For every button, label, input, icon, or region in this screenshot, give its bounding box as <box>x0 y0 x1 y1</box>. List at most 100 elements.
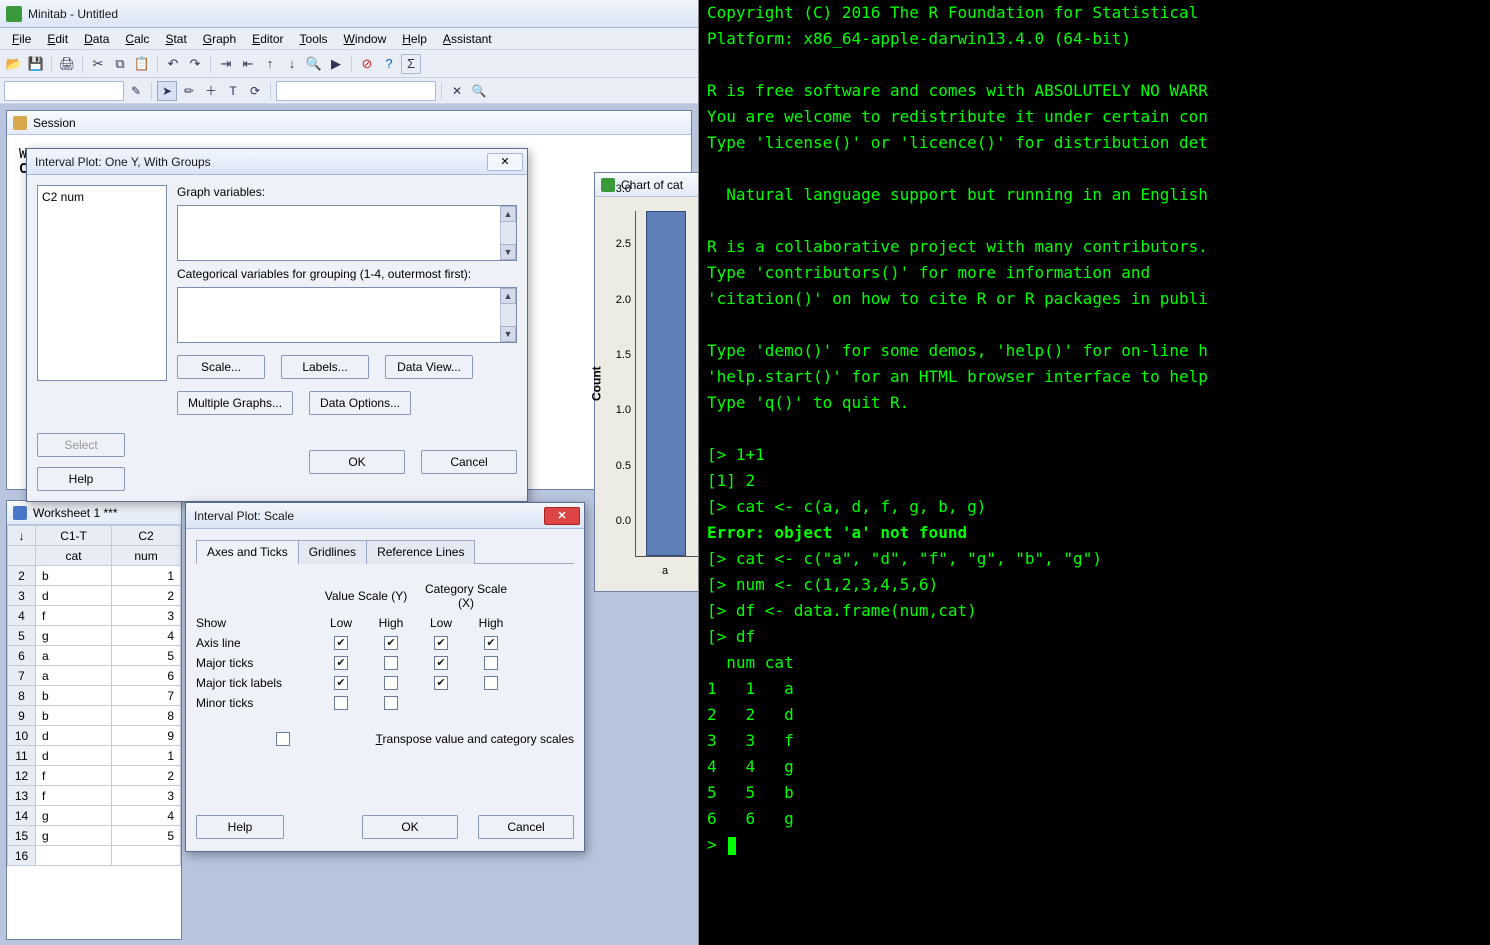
next-icon[interactable]: ⇥ <box>216 54 236 74</box>
row-header[interactable]: 12 <box>8 766 36 786</box>
combo-right[interactable] <box>276 81 436 101</box>
open-icon[interactable]: 📂 <box>4 54 24 74</box>
graph-variables-input[interactable]: ▲▼ <box>177 205 517 261</box>
copy-icon[interactable]: ⧉ <box>110 54 130 74</box>
cancel-button[interactable]: Cancel <box>421 450 517 474</box>
rotate-icon[interactable]: ⟳ <box>245 81 265 101</box>
row-header[interactable]: 8 <box>8 686 36 706</box>
table-row[interactable]: 11d1 <box>8 746 181 766</box>
table-row[interactable]: 12f2 <box>8 766 181 786</box>
column-name[interactable]: num <box>112 546 181 566</box>
checkbox[interactable] <box>384 696 398 710</box>
checkbox[interactable] <box>384 676 398 690</box>
row-header[interactable]: 13 <box>8 786 36 806</box>
select-button[interactable]: Select <box>37 433 125 457</box>
down-icon[interactable]: ↓ <box>282 54 302 74</box>
zoom-icon[interactable]: 🔍 <box>469 81 489 101</box>
cell-cat[interactable]: d <box>36 746 112 766</box>
help-button[interactable]: Help <box>196 815 284 839</box>
row-header[interactable]: 10 <box>8 726 36 746</box>
tab-gridlines[interactable]: Gridlines <box>298 540 367 564</box>
worksheet-titlebar[interactable]: Worksheet 1 *** <box>7 501 181 525</box>
checkbox[interactable] <box>484 656 498 670</box>
cell-num[interactable]: 2 <box>112 586 181 606</box>
close-graph-icon[interactable]: ✕ <box>447 81 467 101</box>
table-row[interactable]: 3d2 <box>8 586 181 606</box>
checkbox[interactable] <box>384 656 398 670</box>
checkbox[interactable] <box>334 636 348 650</box>
cell-num[interactable]: 1 <box>112 566 181 586</box>
table-row[interactable]: 13f3 <box>8 786 181 806</box>
row-header[interactable]: 16 <box>8 846 36 866</box>
text-icon[interactable]: T <box>223 81 243 101</box>
row-header[interactable]: 5 <box>8 626 36 646</box>
pointer-icon[interactable]: ➤ <box>157 81 177 101</box>
cell-cat[interactable]: d <box>36 726 112 746</box>
table-row[interactable]: 10d9 <box>8 726 181 746</box>
menu-graph[interactable]: Graph <box>195 30 244 48</box>
table-row[interactable]: 16 <box>8 846 181 866</box>
variables-listbox-item[interactable]: C2 num <box>42 190 162 204</box>
data-options-button[interactable]: Data Options... <box>309 391 411 415</box>
checkbox[interactable] <box>434 636 448 650</box>
cell-num[interactable]: 2 <box>112 766 181 786</box>
cell-num[interactable]: 7 <box>112 686 181 706</box>
cell-num[interactable]: 1 <box>112 746 181 766</box>
scroll-up-icon[interactable]: ▲ <box>500 206 516 222</box>
cell-num[interactable]: 5 <box>112 826 181 846</box>
cell-cat[interactable]: a <box>36 666 112 686</box>
undo-icon[interactable]: ↶ <box>163 54 183 74</box>
up-icon[interactable]: ↑ <box>260 54 280 74</box>
cancel-command-icon[interactable]: ⊘ <box>357 54 377 74</box>
minitab-titlebar[interactable]: Minitab - Untitled <box>0 0 698 28</box>
cell-cat[interactable]: g <box>36 826 112 846</box>
table-row[interactable]: 15g5 <box>8 826 181 846</box>
cell-num[interactable]: 6 <box>112 666 181 686</box>
interval-plot-dialog[interactable]: Interval Plot: One Y, With Groups ✕ C2 n… <box>26 148 528 502</box>
row-header[interactable]: 3 <box>8 586 36 606</box>
tab-reference-lines[interactable]: Reference Lines <box>366 540 475 564</box>
chart-window[interactable]: Chart of cat Count 0.00.51.01.52.02.53.0… <box>594 172 699 592</box>
cell-cat[interactable]: f <box>36 786 112 806</box>
last-icon[interactable]: ▶ <box>326 54 346 74</box>
ok-button[interactable]: OK <box>362 815 458 839</box>
close-button[interactable]: ✕ <box>487 153 523 171</box>
table-row[interactable]: 8b7 <box>8 686 181 706</box>
checkbox[interactable] <box>384 636 398 650</box>
cell-cat[interactable]: a <box>36 646 112 666</box>
categorical-variables-input[interactable]: ▲▼ <box>177 287 517 343</box>
find-icon[interactable]: 🔍 <box>304 54 324 74</box>
interval-plot-dialog-titlebar[interactable]: Interval Plot: One Y, With Groups ✕ <box>27 149 527 175</box>
worksheet-window[interactable]: Worksheet 1 *** ↓C1-TC2catnum2b13d24f35g… <box>6 500 182 940</box>
menu-file[interactable]: File <box>4 30 39 48</box>
redo-icon[interactable]: ↷ <box>185 54 205 74</box>
column-header[interactable]: C2 <box>112 526 181 546</box>
session-titlebar[interactable]: Session <box>7 111 691 135</box>
cell-cat[interactable]: g <box>36 806 112 826</box>
table-row[interactable]: 2b1 <box>8 566 181 586</box>
checkbox[interactable] <box>484 676 498 690</box>
table-row[interactable]: 9b8 <box>8 706 181 726</box>
combo-left[interactable] <box>4 81 124 101</box>
scale-dialog[interactable]: Interval Plot: Scale ✕ Axes and TicksGri… <box>185 502 585 852</box>
checkbox[interactable] <box>434 656 448 670</box>
row-header[interactable]: 15 <box>8 826 36 846</box>
data-view-button[interactable]: Data View... <box>385 355 473 379</box>
cell-cat[interactable]: g <box>36 626 112 646</box>
crosshair-icon[interactable]: ＋ <box>201 81 221 101</box>
column-name[interactable]: cat <box>36 546 112 566</box>
menu-help[interactable]: Help <box>394 30 435 48</box>
row-header[interactable]: 11 <box>8 746 36 766</box>
scroll-down-icon[interactable]: ▼ <box>500 326 516 342</box>
checkbox[interactable] <box>434 676 448 690</box>
row-header[interactable]: 2 <box>8 566 36 586</box>
row-header[interactable]: 14 <box>8 806 36 826</box>
row-header[interactable]: 6 <box>8 646 36 666</box>
checkbox[interactable] <box>334 676 348 690</box>
table-row[interactable]: 5g4 <box>8 626 181 646</box>
cell-cat[interactable]: f <box>36 606 112 626</box>
menu-tools[interactable]: Tools <box>292 30 336 48</box>
row-header[interactable]: 9 <box>8 706 36 726</box>
ok-button[interactable]: OK <box>309 450 405 474</box>
checkbox[interactable] <box>334 696 348 710</box>
